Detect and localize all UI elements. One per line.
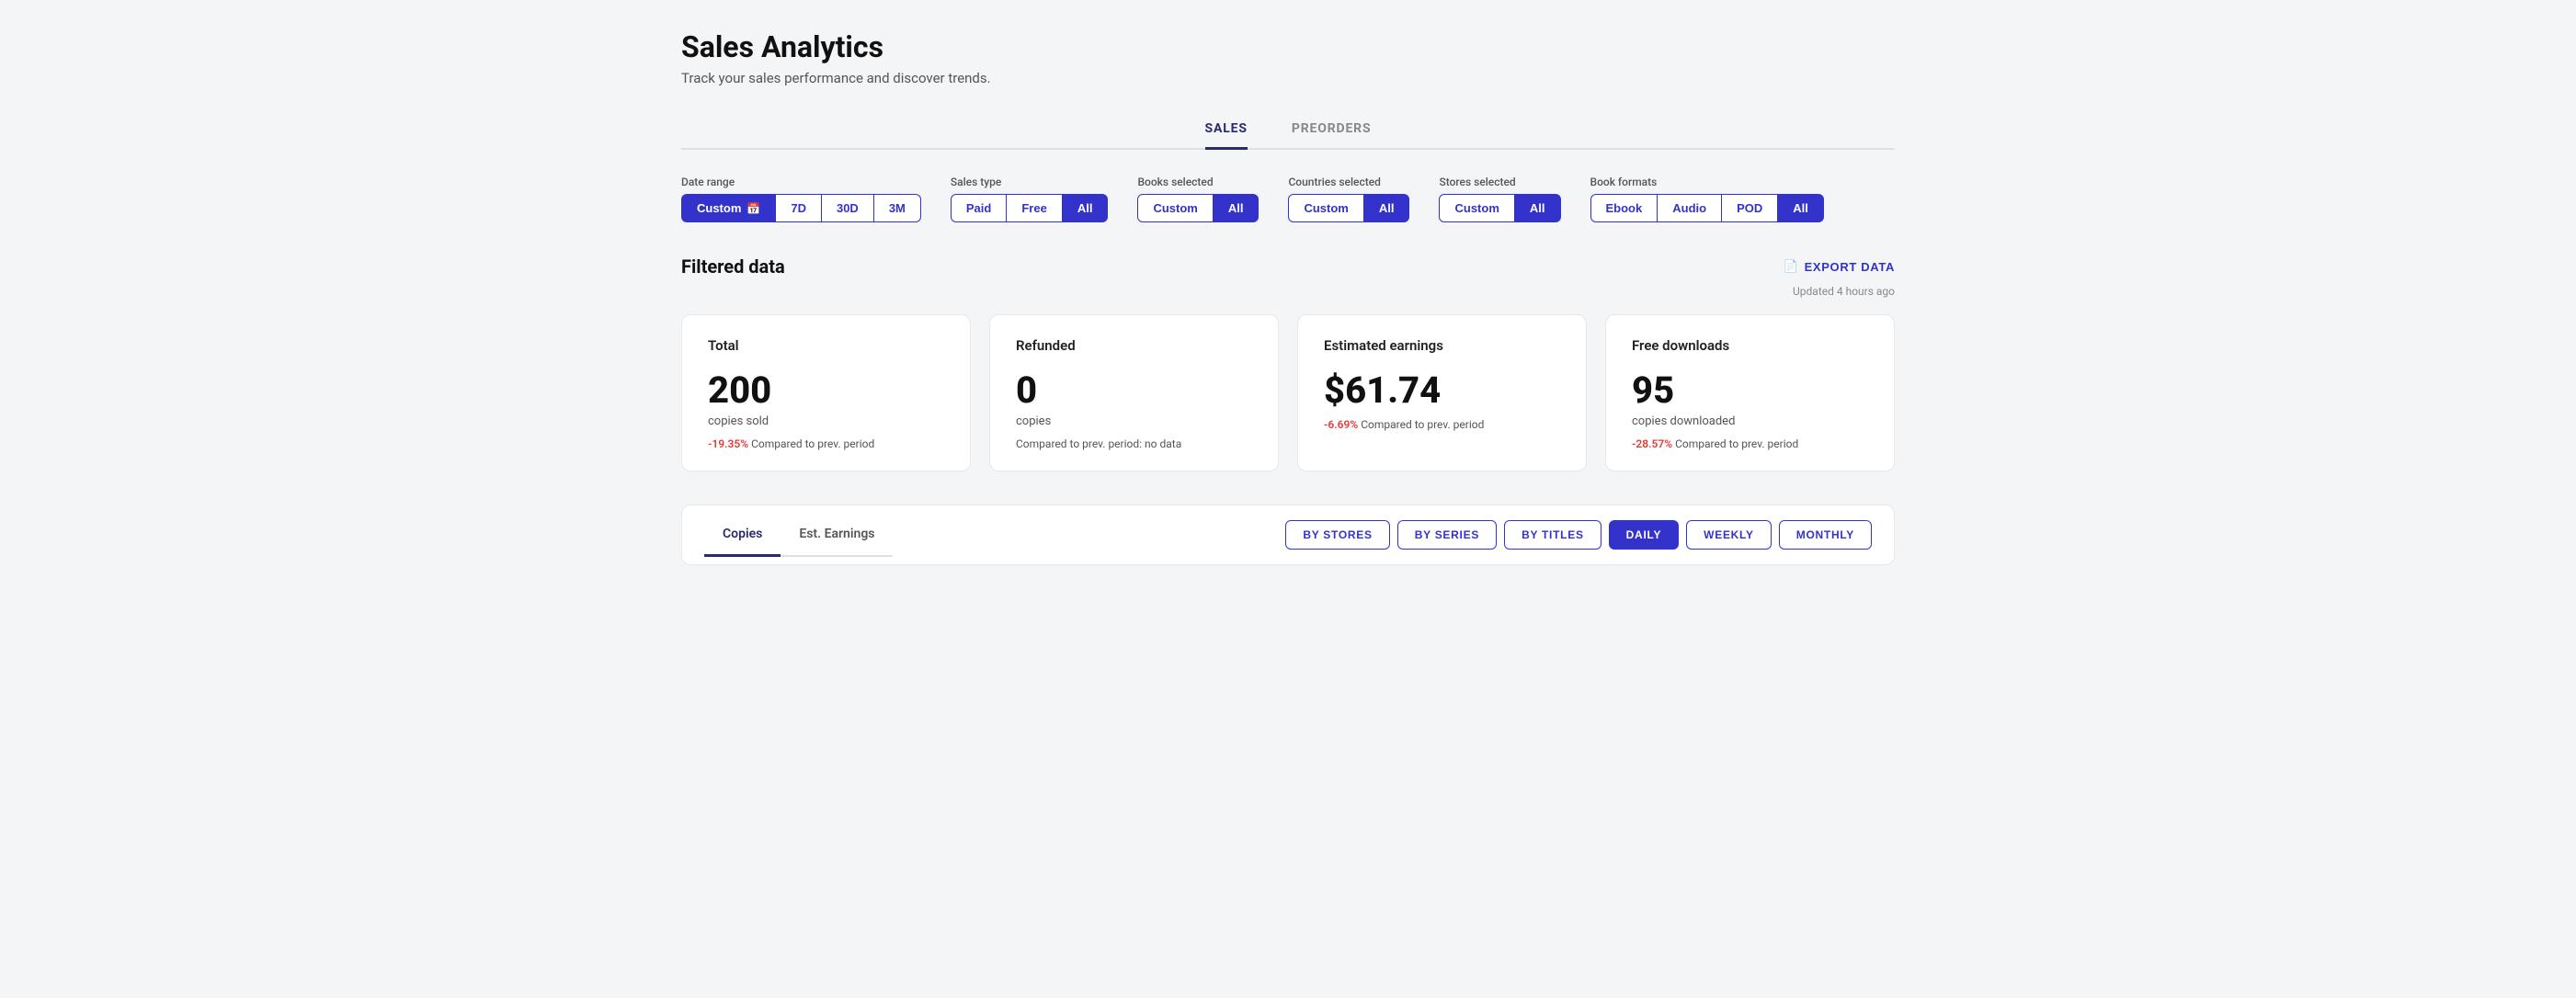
filter-formats: Book formats Ebook Audio POD All xyxy=(1590,176,1824,222)
main-tabs: SALES PREORDERS xyxy=(681,112,1895,150)
stores-btn-group: Custom All xyxy=(1439,194,1560,222)
stores-custom-btn[interactable]: Custom xyxy=(1439,194,1514,222)
filter-countries: Countries selected Custom All xyxy=(1288,176,1409,222)
date-range-custom-btn[interactable]: Custom 📅 xyxy=(681,194,776,222)
page-title: Sales Analytics xyxy=(681,29,1895,64)
date-range-30d-btn[interactable]: 30D xyxy=(822,194,874,222)
filter-sales-type: Sales type Paid Free All xyxy=(951,176,1109,222)
stats-grid: Total 200 copies sold -19.35% Compared t… xyxy=(681,314,1895,471)
export-label: EXPORT DATA xyxy=(1805,260,1895,274)
groupby-series-btn[interactable]: BY SERIES xyxy=(1397,520,1497,550)
formats-ebook-btn[interactable]: Ebook xyxy=(1590,194,1658,222)
filter-books-label: Books selected xyxy=(1137,176,1259,188)
tab-sales[interactable]: SALES xyxy=(1205,112,1248,150)
stat-earnings-comparison-text: Compared to prev. period xyxy=(1361,418,1484,431)
chart-tab-est-earnings[interactable]: Est. Earnings xyxy=(781,514,893,557)
filter-date-range-label: Date range xyxy=(681,176,921,188)
time-daily-btn[interactable]: DAILY xyxy=(1609,520,1680,550)
chart-section: Copies Est. Earnings BY STORES BY SERIES… xyxy=(681,505,1895,565)
filter-sales-type-label: Sales type xyxy=(951,176,1109,188)
books-custom-btn[interactable]: Custom xyxy=(1137,194,1213,222)
stat-card-free-downloads: Free downloads 95 copies downloaded -28.… xyxy=(1605,314,1895,471)
stat-refunded-value: 0 xyxy=(1016,372,1252,409)
sales-type-all-btn[interactable]: All xyxy=(1063,194,1109,222)
filter-stores-label: Stores selected xyxy=(1439,176,1560,188)
sales-type-btn-group: Paid Free All xyxy=(951,194,1109,222)
filter-date-range: Date range Custom 📅 7D 30D 3M xyxy=(681,176,921,222)
tab-preorders[interactable]: PREORDERS xyxy=(1292,112,1372,150)
sales-type-free-btn[interactable]: Free xyxy=(1007,194,1062,222)
filter-formats-label: Book formats xyxy=(1590,176,1824,188)
formats-pod-btn[interactable]: POD xyxy=(1722,194,1778,222)
groupby-stores-btn[interactable]: BY STORES xyxy=(1285,520,1389,550)
stores-all-btn[interactable]: All xyxy=(1515,194,1561,222)
time-monthly-btn[interactable]: MONTHLY xyxy=(1779,520,1872,550)
sales-type-paid-btn[interactable]: Paid xyxy=(951,194,1007,222)
chart-tabs: Copies Est. Earnings xyxy=(704,514,893,557)
filter-books: Books selected Custom All xyxy=(1137,176,1259,222)
stat-total-comparison-text: Compared to prev. period xyxy=(751,437,874,450)
stat-earnings-title: Estimated earnings xyxy=(1324,337,1560,354)
page-subtitle: Track your sales performance and discove… xyxy=(681,70,1895,86)
calendar-icon: 📅 xyxy=(747,202,760,215)
stat-total-percent: -19.35% xyxy=(708,437,748,450)
stat-total-unit: copies sold xyxy=(708,414,944,428)
stat-total-comparison: -19.35% Compared to prev. period xyxy=(708,437,944,450)
export-data-button[interactable]: 📄 EXPORT DATA xyxy=(1784,259,1895,274)
stat-refunded-unit: copies xyxy=(1016,414,1252,428)
countries-custom-btn[interactable]: Custom xyxy=(1288,194,1363,222)
stat-total-value: 200 xyxy=(708,372,944,409)
stat-free-downloads-title: Free downloads xyxy=(1632,337,1868,354)
time-weekly-btn[interactable]: WEEKLY xyxy=(1686,520,1772,550)
books-btn-group: Custom All xyxy=(1137,194,1259,222)
stat-free-downloads-comparison: -28.57% Compared to prev. period xyxy=(1632,437,1868,450)
groupby-titles-btn[interactable]: BY TITLES xyxy=(1504,520,1601,550)
formats-audio-btn[interactable]: Audio xyxy=(1658,194,1722,222)
chart-tab-copies[interactable]: Copies xyxy=(704,514,781,557)
stat-free-downloads-percent: -28.57% xyxy=(1632,437,1672,450)
countries-all-btn[interactable]: All xyxy=(1364,194,1410,222)
date-range-3m-btn[interactable]: 3M xyxy=(874,194,921,222)
filters-row: Date range Custom 📅 7D 30D 3M Sales type… xyxy=(681,176,1895,222)
formats-all-btn[interactable]: All xyxy=(1778,194,1824,222)
date-range-7d-btn[interactable]: 7D xyxy=(776,194,822,222)
stat-refunded-title: Refunded xyxy=(1016,337,1252,354)
section-header: Filtered data 📄 EXPORT DATA xyxy=(681,255,1895,278)
filter-countries-label: Countries selected xyxy=(1288,176,1409,188)
export-icon: 📄 xyxy=(1784,259,1799,274)
stat-free-downloads-comparison-text: Compared to prev. period xyxy=(1675,437,1798,450)
stat-total-title: Total xyxy=(708,337,944,354)
stat-card-earnings: Estimated earnings $61.74 -6.69% Compare… xyxy=(1297,314,1587,471)
stat-earnings-comparison: -6.69% Compared to prev. period xyxy=(1324,418,1560,431)
filter-stores: Stores selected Custom All xyxy=(1439,176,1560,222)
countries-btn-group: Custom All xyxy=(1288,194,1409,222)
stat-free-downloads-value: 95 xyxy=(1632,372,1868,409)
formats-btn-group: Ebook Audio POD All xyxy=(1590,194,1824,222)
updated-text: Updated 4 hours ago xyxy=(681,285,1895,298)
stat-refunded-comparison-text: Compared to prev. period: no data xyxy=(1016,437,1181,450)
stat-refunded-comparison: Compared to prev. period: no data xyxy=(1016,437,1252,450)
stat-card-total: Total 200 copies sold -19.35% Compared t… xyxy=(681,314,971,471)
stat-free-downloads-unit: copies downloaded xyxy=(1632,414,1868,428)
stat-earnings-percent: -6.69% xyxy=(1324,418,1358,431)
stat-earnings-value: $61.74 xyxy=(1324,372,1560,409)
filtered-data-title: Filtered data xyxy=(681,255,785,278)
date-range-btn-group: Custom 📅 7D 30D 3M xyxy=(681,194,921,222)
stat-card-refunded: Refunded 0 copies Compared to prev. peri… xyxy=(989,314,1279,471)
books-all-btn[interactable]: All xyxy=(1214,194,1260,222)
